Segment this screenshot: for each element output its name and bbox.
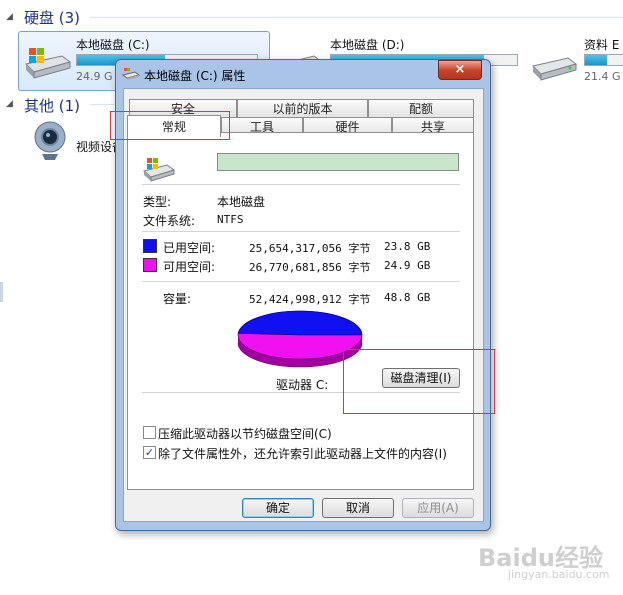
ok-button[interactable]: 确定: [242, 498, 314, 518]
free-space-bytes: 26,770,681,856 字节: [249, 261, 371, 274]
drive-e-label[interactable]: 资料 E: [584, 36, 619, 53]
drive-e-usage-bar: [584, 54, 623, 66]
filesystem-value: NTFS: [217, 213, 244, 226]
filesystem-label: 文件系统:: [143, 214, 196, 228]
hard-drive-icon: [25, 48, 72, 79]
used-space-label: 已用空间:: [163, 241, 216, 255]
video-device-label[interactable]: 视频设备: [76, 138, 115, 155]
type-label: 类型:: [143, 195, 172, 209]
drive-c-label: 本地磁盘 (C:): [76, 38, 150, 52]
compress-checkbox[interactable]: [143, 426, 156, 439]
free-space-label: 可用空间:: [163, 260, 216, 274]
webcam-icon: [34, 121, 66, 160]
volume-name-input[interactable]: [217, 153, 459, 171]
cancel-button[interactable]: 取消: [322, 498, 394, 518]
used-space-swatch: [143, 239, 157, 253]
separator-3: [142, 281, 460, 282]
drive-e-usage-fill: [585, 55, 607, 65]
other-group-title[interactable]: 其他 (1): [24, 95, 80, 116]
index-label[interactable]: 除了文件属性外，还允许索引此驱动器上文件的内容(I): [158, 445, 447, 462]
hard-drive-e-icon: [532, 57, 578, 81]
explorer-scroll-marker: [0, 282, 3, 302]
drive-c-free: 24.9 G: [76, 70, 113, 83]
separator-4: [142, 392, 460, 393]
drive-letter-label: 驱动器 C:: [276, 378, 329, 392]
hard-disk-group-line: [90, 17, 623, 18]
tab-previous-versions[interactable]: 以前的版本: [237, 99, 368, 117]
close-button[interactable]: ×: [438, 60, 482, 80]
drive-d-label[interactable]: 本地磁盘 (D:): [330, 36, 404, 53]
capacity-bytes: 52,424,998,912 字节: [249, 293, 371, 306]
free-space-size: 24.9 GB: [384, 259, 431, 272]
tab-general[interactable]: 常规: [127, 115, 221, 137]
used-space-size: 23.8 GB: [384, 240, 431, 253]
dialog-title: 本地磁盘 (C:) 属性: [144, 69, 246, 83]
disk-usage-pie: [237, 310, 363, 368]
other-group-line: [90, 104, 115, 105]
separator-2: [142, 231, 460, 232]
used-space-bytes: 25,654,317,056 字节: [249, 242, 371, 255]
compress-label[interactable]: 压缩此驱动器以节约磁盘空间(C): [158, 425, 332, 442]
apply-button[interactable]: 应用(A): [402, 498, 474, 518]
pie-used-slice: [237, 310, 363, 336]
index-checkbox[interactable]: ✓: [143, 446, 156, 459]
baidu-watermark-url: jingyan.baidu.com: [508, 568, 610, 581]
drive-title-icon: [122, 68, 140, 80]
hard-disk-group-title[interactable]: 硬盘 (3): [24, 7, 80, 28]
tab-quota[interactable]: 配额: [368, 99, 474, 117]
capacity-size: 48.8 GB: [384, 291, 431, 304]
drive-panel-icon: [142, 158, 176, 182]
free-space-swatch: [143, 258, 157, 272]
capacity-label: 容量:: [163, 292, 192, 306]
disk-cleanup-button[interactable]: 磁盘清理(I): [382, 368, 460, 388]
type-value: 本地磁盘: [217, 195, 266, 209]
expand-hard-disk-icon[interactable]: ◢: [6, 12, 13, 22]
drive-e-free: 21.4 G: [584, 70, 621, 83]
expand-other-icon[interactable]: ◢: [6, 99, 13, 109]
separator-1: [142, 184, 460, 185]
